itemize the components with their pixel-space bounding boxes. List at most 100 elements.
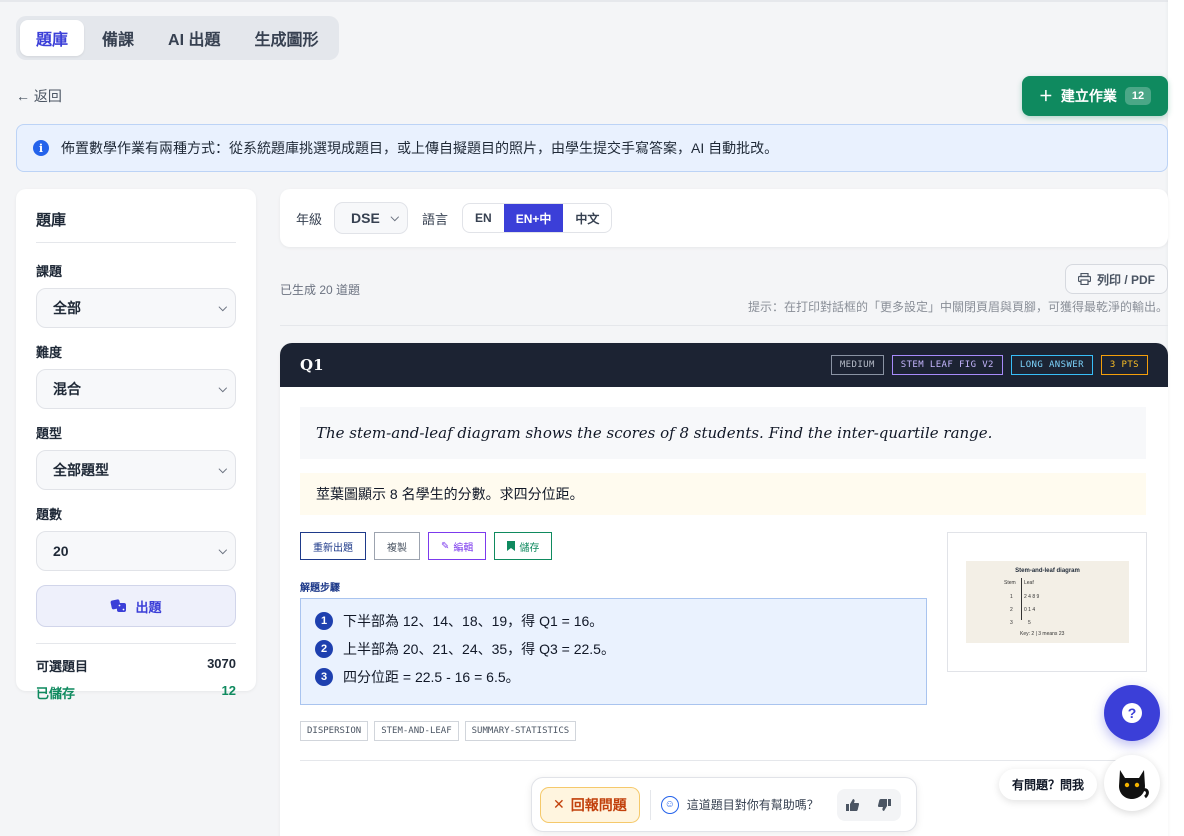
create-assignment-label: 建立作業: [1060, 88, 1117, 104]
print-label: 列印 / PDF: [1096, 272, 1155, 287]
lang-option-zh[interactable]: 中文: [563, 204, 611, 232]
step-text: 下半部為 12、14、18、19，得 Q1 = 16。: [343, 613, 604, 629]
lang-option-bilingual[interactable]: EN+中: [503, 204, 564, 232]
figure-title: Stem-and-leaf diagram: [1015, 568, 1080, 574]
chevron-down-icon: ⌵: [218, 382, 227, 395]
tab-question-bank[interactable]: 題庫: [20, 20, 85, 56]
language-toggle: EN EN+中 中文: [462, 203, 613, 233]
topic-chips: DISPERSION STEM-AND-LEAF SUMMARY-STATIST…: [300, 721, 577, 741]
stat-available: 可選題目 3070: [36, 656, 236, 675]
stat-saved-label: 已儲存: [36, 686, 76, 701]
topic-select[interactable]: 全部 ⌵: [36, 288, 236, 328]
tab-lesson-prep[interactable]: 備課: [86, 20, 150, 56]
difficulty-select[interactable]: 混合 ⌵: [36, 369, 236, 409]
template-tag: STEM LEAF FIG V2: [891, 355, 1003, 375]
grade-value: DSE: [351, 210, 380, 226]
scrollbar[interactable]: [1168, 0, 1184, 836]
generated-count: 已生成 20 道題: [280, 283, 361, 297]
figure-stem-header: Stem: [1004, 580, 1016, 586]
info-banner: i 佈置數學作業有兩種方式：從系統題庫挑選現成題目，或上傳自擬題目的照片，由學生…: [16, 124, 1168, 172]
question-count-select[interactable]: 20 ⌵: [36, 531, 236, 571]
smile-icon: ☺: [660, 795, 679, 814]
helpful-question: ☺ 這道題目對你有幫助嗎？: [660, 795, 819, 814]
lang-option-en[interactable]: EN: [463, 204, 504, 232]
step-number: 1: [315, 612, 333, 630]
save-label: 儲存: [519, 542, 540, 554]
chevron-down-icon: ⌵: [218, 463, 227, 476]
stat-saved: 已儲存 12: [36, 683, 236, 702]
figure-stem-line: [1021, 578, 1022, 620]
type-tag: LONG ANSWER: [1010, 355, 1093, 375]
cat-assistant-button[interactable]: [1104, 755, 1160, 811]
chevron-down-icon: ⌵: [390, 211, 400, 224]
chevron-down-icon: ⌵: [218, 544, 227, 557]
cat-icon: [1119, 770, 1149, 799]
points-tag: 3 PTS: [1100, 355, 1148, 375]
print-pdf-button[interactable]: 列印 / PDF: [1065, 264, 1168, 294]
feedback-bar: ✕ 回報問題 ☺ 這道題目對你有幫助嗎？: [531, 777, 917, 832]
generate-questions-button[interactable]: 出題: [36, 585, 236, 627]
question-text-zh: 莖葉圖顯示 8 名學生的分數。求四分位距。: [300, 473, 1146, 515]
grade-label: 年級: [296, 211, 323, 227]
question-bank-sidebar: 題庫 課題 全部 ⌵ 難度 混合 ⌵ 題型 全部題型 ⌵ 題數 20 ⌵ 出題 …: [16, 189, 256, 701]
solution-steps-label: 解題步驟: [300, 583, 340, 594]
question-count-label: 題數: [36, 507, 63, 522]
language-label: 語言: [422, 211, 449, 227]
pencil-icon: ✎: [441, 540, 450, 552]
solution-step: 2 上半部為 20、21、24、35，得 Q3 = 22.5。: [315, 639, 912, 659]
create-assignment-button[interactable]: ＋ 建立作業 12: [1022, 76, 1168, 116]
print-hint: 提示：在打印對話框的「更多設定」中關閉頁眉與頁腳，可獲得最乾淨的輸出。: [747, 300, 1168, 314]
question-type-label: 題型: [36, 426, 63, 441]
question-card: Q1 MEDIUM STEM LEAF FIG V2 LONG ANSWER 3…: [280, 343, 1168, 836]
edit-label: 編輯: [453, 542, 474, 554]
regenerate-button[interactable]: 重新出題: [300, 532, 366, 560]
back-link[interactable]: ← 返回: [16, 86, 62, 106]
difficulty-tag: MEDIUM: [830, 355, 884, 375]
save-button[interactable]: 儲存: [494, 532, 553, 560]
edit-button[interactable]: ✎ 編輯: [428, 532, 487, 560]
filter-bar: 年級 DSE ⌵ 語言 EN EN+中 中文: [280, 189, 1168, 247]
report-issue-button[interactable]: ✕ 回報問題: [540, 786, 640, 823]
copy-button[interactable]: 複製: [374, 532, 420, 560]
regenerate-label: 重新出題: [313, 542, 353, 554]
ask-me-bubble[interactable]: 有問題？問我: [999, 769, 1097, 800]
question-type-select[interactable]: 全部題型 ⌵: [36, 450, 236, 490]
topic-chip: STEM-AND-LEAF: [374, 721, 459, 741]
printer-icon: [1077, 273, 1091, 285]
question-text-en: The stem-and-leaf diagram shows the scor…: [300, 407, 1146, 459]
question-type-value: 全部題型: [53, 462, 109, 478]
topic-value: 全部: [53, 300, 81, 316]
step-number: 3: [315, 668, 333, 686]
help-button[interactable]: ?: [1104, 685, 1160, 741]
main-tabs: 題庫 備課 AI 出題 生成圖形: [16, 16, 339, 60]
figure-leaf-3: 5: [1028, 620, 1031, 626]
figure-stem-1: 1: [1010, 594, 1013, 600]
generate-label: 出題: [135, 599, 162, 615]
stat-available-label: 可選題目: [36, 659, 89, 674]
question-mark-icon: ?: [1122, 703, 1142, 723]
question-tags: MEDIUM STEM LEAF FIG V2 LONG ANSWER 3 PT…: [830, 355, 1148, 375]
sidebar-title: 題庫: [36, 209, 236, 243]
question-actions: 重新出題 複製 ✎ 編輯 儲存: [300, 532, 553, 560]
helpful-text: 這道題目對你有幫助嗎？: [686, 798, 819, 812]
solution-steps: 1 下半部為 12、14、18、19，得 Q1 = 16。 2 上半部為 20、…: [300, 598, 927, 705]
info-icon: i: [33, 140, 49, 156]
figure-stem-3: 3: [1010, 620, 1013, 626]
difficulty-value: 混合: [53, 381, 81, 397]
question-header: Q1 MEDIUM STEM LEAF FIG V2 LONG ANSWER 3…: [280, 343, 1168, 387]
thumbs-group: [836, 788, 901, 821]
grade-select[interactable]: DSE ⌵: [334, 202, 409, 234]
sidebar-stats: 可選題目 3070 已儲存 12: [36, 643, 236, 702]
tab-generate-figure[interactable]: 生成圖形: [238, 20, 334, 56]
thumbs-up-icon[interactable]: [846, 798, 860, 811]
step-number: 2: [315, 640, 333, 658]
info-text: 佈置數學作業有兩種方式：從系統題庫挑選現成題目，或上傳自擬題目的照片，由學生提交…: [61, 140, 779, 156]
stem-leaf-figure: Stem-and-leaf diagram Stem Leaf 1 2 4 8 …: [947, 532, 1147, 672]
thumbs-down-icon[interactable]: [878, 798, 892, 811]
card-divider: [300, 760, 1146, 761]
tools-icon: ✕: [553, 796, 565, 812]
tab-ai-generate[interactable]: AI 出題: [152, 20, 236, 56]
solution-step: 3 四分位距 = 22.5 - 16 = 6.5。: [315, 667, 912, 687]
figure-leaf-2: 0 1 4: [1024, 607, 1036, 613]
step-text: 上半部為 20、21、24、35，得 Q3 = 22.5。: [343, 641, 615, 657]
